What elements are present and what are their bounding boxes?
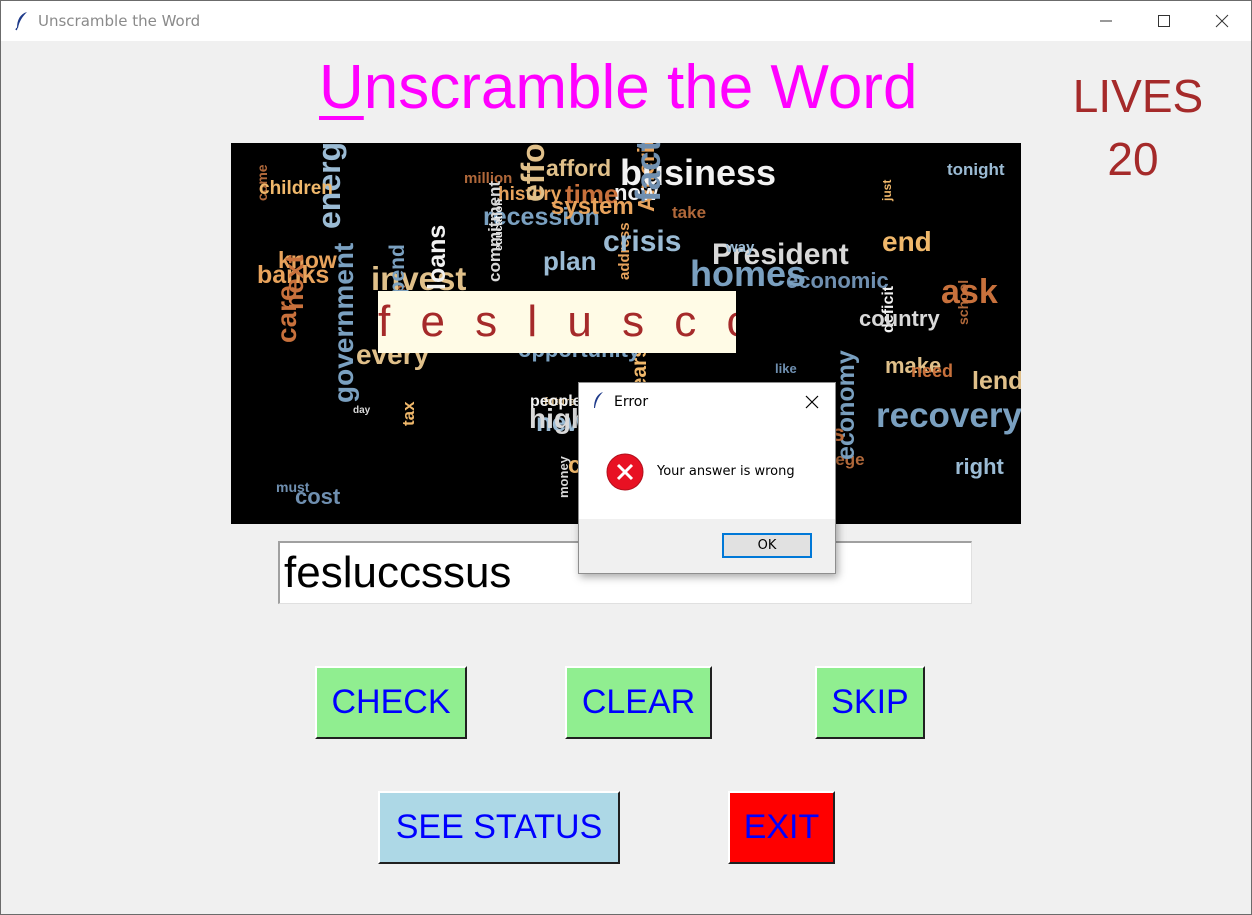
word-cloud-word: tax	[399, 401, 418, 426]
page-title: Unscramble the Word	[319, 57, 917, 119]
word-cloud-word: children	[259, 178, 333, 199]
word-cloud-word: fact	[629, 143, 668, 202]
word-cloud-word: system	[551, 193, 634, 220]
error-message: Your answer is wrong	[657, 464, 795, 479]
word-cloud-word: right	[955, 454, 1005, 479]
word-cloud-word: homes	[690, 253, 806, 294]
close-window-button[interactable]	[1193, 1, 1251, 41]
error-icon	[606, 453, 644, 491]
word-cloud-word: recovery	[876, 396, 1021, 435]
minimize-icon	[1100, 20, 1112, 22]
word-cloud-word: cost	[295, 484, 341, 509]
word-cloud-word: tonight	[947, 160, 1005, 179]
word-cloud-word: just	[880, 180, 894, 202]
ok-button[interactable]: OK	[722, 533, 812, 558]
dialog-title-bar: Error	[579, 383, 835, 421]
word-cloud-word: commitment	[485, 181, 504, 282]
lives-count: 20	[1107, 133, 1159, 185]
word-cloud-word: take	[672, 203, 706, 222]
word-cloud-word: loans	[423, 225, 451, 290]
word-cloud-word: like	[775, 361, 797, 376]
page-title-underlined-letter: U	[319, 53, 364, 122]
feather-icon	[594, 392, 603, 408]
lives-label: LIVES	[1072, 70, 1204, 122]
maximize-icon	[1158, 15, 1170, 27]
word-cloud-word: crisis	[603, 225, 681, 258]
word-cloud-word: afford	[546, 155, 611, 181]
word-cloud-word: need	[911, 361, 953, 381]
dialog-close-icon[interactable]	[801, 391, 823, 413]
feather-icon	[15, 12, 27, 31]
word-cloud-word: government	[328, 243, 359, 403]
word-cloud-word: country	[859, 306, 940, 331]
word-cloud-word: lending	[972, 367, 1021, 395]
word-cloud-word: next	[279, 254, 309, 310]
close-icon	[1215, 14, 1229, 28]
word-cloud-word: day	[353, 405, 371, 416]
clear-button[interactable]: CLEAR	[565, 666, 712, 739]
minimize-button[interactable]	[1077, 1, 1135, 41]
scrambled-word: f e s l u s c c s u	[378, 291, 736, 353]
page-title-rest: nscramble the Word	[363, 53, 918, 122]
check-button[interactable]: CHECK	[315, 666, 467, 739]
window-title: Unscramble the Word	[38, 12, 201, 30]
see-status-button[interactable]: SEE STATUS	[378, 791, 620, 864]
word-cloud-word: ask	[941, 273, 998, 311]
word-cloud-word: end	[882, 226, 932, 257]
exit-button[interactable]: EXIT	[728, 791, 835, 864]
maximize-button[interactable]	[1135, 1, 1193, 41]
dialog-title: Error	[614, 394, 649, 410]
app-window: Unscramble the Word Unscramble the Word …	[0, 0, 1252, 915]
word-cloud-word: effort	[515, 143, 551, 202]
skip-button[interactable]: SKIP	[815, 666, 925, 739]
word-cloud-word: plan	[543, 246, 596, 276]
title-bar: Unscramble the Word	[1, 1, 1251, 41]
error-dialog: Error Your answer is wrong OK	[578, 382, 836, 574]
